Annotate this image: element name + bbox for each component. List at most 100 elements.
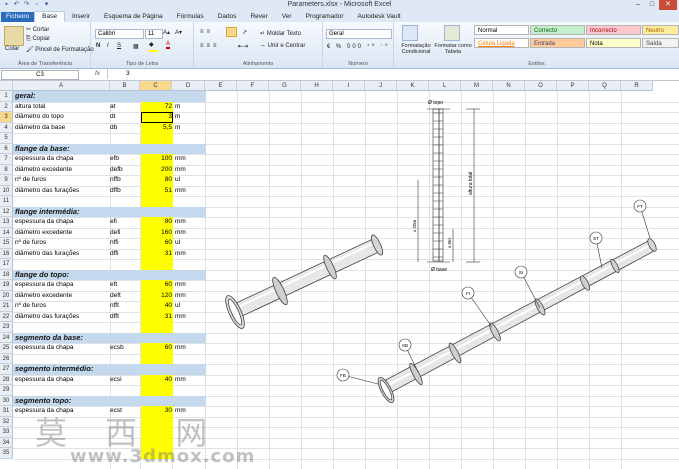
param-name[interactable]: espessura da chapa bbox=[15, 375, 74, 386]
column-header-e[interactable]: E bbox=[205, 81, 237, 91]
param-value[interactable]: 31 bbox=[141, 312, 172, 323]
param-unit[interactable]: ul bbox=[175, 238, 180, 249]
column-header-q[interactable]: Q bbox=[589, 81, 621, 91]
param-name[interactable]: nº de furos bbox=[15, 238, 46, 249]
param-symbol[interactable]: dt bbox=[110, 112, 115, 123]
param-value[interactable]: 80 bbox=[141, 175, 172, 186]
tab-data[interactable]: Dados bbox=[211, 12, 244, 22]
tab-file[interactable]: Ficheiro bbox=[1, 12, 35, 22]
param-value[interactable]: 60 bbox=[141, 238, 172, 249]
param-unit[interactable]: ul bbox=[175, 301, 180, 312]
section-header[interactable]: flange intermédia: bbox=[13, 206, 206, 217]
param-unit[interactable]: ul bbox=[175, 175, 180, 186]
tab-page-layout[interactable]: Esquema de Página bbox=[97, 12, 170, 22]
column-header-d[interactable]: D bbox=[172, 81, 205, 91]
cell-style-7[interactable]: Nota bbox=[586, 38, 641, 48]
number-format-icons[interactable]: € % 000 ⁺⁰ ⁻⁰ bbox=[327, 43, 390, 50]
row-header-2[interactable]: 2 bbox=[0, 101, 13, 112]
param-name[interactable]: espessura da chapa bbox=[15, 217, 74, 228]
row-header-7[interactable]: 7 bbox=[0, 154, 13, 165]
param-symbol[interactable]: nfft bbox=[110, 301, 119, 312]
param-unit[interactable]: m bbox=[175, 123, 180, 134]
param-symbol[interactable]: nffi bbox=[110, 238, 119, 249]
column-header-o[interactable]: O bbox=[525, 81, 557, 91]
param-value[interactable]: 160 bbox=[141, 228, 172, 239]
param-name[interactable]: diâmetro do topo bbox=[15, 112, 64, 123]
indent-icons[interactable]: ⇤⇥ bbox=[238, 43, 248, 50]
row-header-26[interactable]: 26 bbox=[0, 353, 13, 364]
row-header-28[interactable]: 28 bbox=[0, 374, 13, 385]
param-unit[interactable]: mm bbox=[175, 186, 186, 197]
param-name[interactable]: nº de furos bbox=[15, 301, 46, 312]
param-symbol[interactable]: eft bbox=[110, 280, 117, 291]
merge-center-button[interactable]: ⇔ Unir e Centrar bbox=[260, 43, 305, 49]
param-name[interactable]: espessura da chapa bbox=[15, 280, 74, 291]
cell-style-1[interactable]: Normal bbox=[474, 25, 529, 35]
bold-button[interactable]: N bbox=[96, 43, 100, 49]
param-name[interactable]: espessura da chapa bbox=[15, 154, 74, 165]
row-header-21[interactable]: 21 bbox=[0, 301, 13, 312]
param-unit[interactable]: mm bbox=[175, 217, 186, 228]
cell-style-8[interactable]: Saída bbox=[642, 38, 679, 48]
tab-home[interactable]: Base bbox=[34, 11, 65, 22]
param-value[interactable]: 80 bbox=[141, 217, 172, 228]
param-name[interactable]: nº de furos bbox=[15, 175, 46, 186]
number-format-select[interactable]: Geral bbox=[326, 29, 392, 39]
borders-icon[interactable]: ▦ bbox=[133, 43, 139, 50]
param-symbol[interactable]: at bbox=[110, 102, 115, 113]
cell-style-3[interactable]: Incorrecto bbox=[586, 25, 641, 35]
row-header-10[interactable]: 10 bbox=[0, 185, 13, 196]
row-header-32[interactable]: 32 bbox=[0, 416, 13, 427]
param-name[interactable]: diâmetro excedente bbox=[15, 165, 72, 176]
copy-button[interactable]: ⎘ Copiar bbox=[26, 36, 50, 43]
font-color-icon[interactable]: A bbox=[166, 41, 171, 49]
row-header-35[interactable]: 35 bbox=[0, 448, 13, 459]
param-unit[interactable]: mm bbox=[175, 280, 186, 291]
column-header-b[interactable]: B bbox=[110, 81, 140, 91]
param-value[interactable]: 60 bbox=[141, 280, 172, 291]
paste-icon[interactable] bbox=[4, 26, 24, 46]
param-unit[interactable]: mm bbox=[175, 291, 186, 302]
row-header-18[interactable]: 18 bbox=[0, 269, 13, 280]
param-unit[interactable]: mm bbox=[175, 154, 186, 165]
tab-insert[interactable]: Inserir bbox=[65, 12, 97, 22]
param-symbol[interactable]: db bbox=[110, 123, 117, 134]
param-symbol[interactable]: dfft bbox=[110, 312, 119, 323]
param-unit[interactable]: mm bbox=[175, 165, 186, 176]
row-header-13[interactable]: 13 bbox=[0, 217, 13, 228]
param-value[interactable]: 40 bbox=[141, 375, 172, 386]
orientation-icon[interactable]: ↗ bbox=[242, 29, 247, 36]
paste-button[interactable]: Colar bbox=[5, 46, 19, 52]
param-symbol[interactable]: efi bbox=[110, 217, 117, 228]
row-header-34[interactable]: 34 bbox=[0, 437, 13, 448]
param-symbol[interactable]: ecsb bbox=[110, 343, 124, 354]
grow-font-icon[interactable]: A▴ bbox=[163, 29, 170, 36]
row-header-12[interactable]: 12 bbox=[0, 206, 13, 217]
param-unit[interactable]: m bbox=[175, 102, 180, 113]
row-header-1[interactable]: 1 bbox=[0, 91, 13, 102]
param-value[interactable]: 40 bbox=[141, 301, 172, 312]
vertical-align-icons[interactable]: ≡≡ bbox=[200, 29, 213, 35]
name-box[interactable]: C3 bbox=[1, 70, 79, 80]
param-name[interactable]: espessura da chapa bbox=[15, 343, 74, 354]
tab-view[interactable]: Ver bbox=[275, 12, 299, 22]
tab-developer[interactable]: Programador bbox=[299, 12, 351, 22]
section-header[interactable]: geral: bbox=[13, 91, 206, 102]
conditional-format-icon[interactable] bbox=[402, 25, 418, 41]
row-header-17[interactable]: 17 bbox=[0, 259, 13, 270]
conditional-format-button[interactable]: Formatação Condicional bbox=[397, 43, 435, 55]
param-symbol[interactable]: ecsi bbox=[110, 375, 122, 386]
param-value[interactable]: 5,5 bbox=[141, 123, 172, 134]
tab-review[interactable]: Rever bbox=[243, 12, 274, 22]
param-value[interactable]: 200 bbox=[141, 165, 172, 176]
column-header-r[interactable]: R bbox=[621, 81, 653, 91]
section-header[interactable]: segmento da base: bbox=[13, 332, 206, 343]
param-unit[interactable]: m bbox=[175, 112, 180, 123]
maximize-button[interactable]: □ bbox=[645, 0, 659, 10]
row-header-31[interactable]: 31 bbox=[0, 406, 13, 417]
cell-style-5[interactable]: Célula Ligada bbox=[474, 38, 529, 48]
param-value[interactable]: 72 bbox=[141, 102, 172, 113]
param-name[interactable]: diâmetro das furações bbox=[15, 186, 79, 197]
column-header-h[interactable]: H bbox=[301, 81, 333, 91]
param-name[interactable]: diâmetro das furações bbox=[15, 249, 79, 260]
